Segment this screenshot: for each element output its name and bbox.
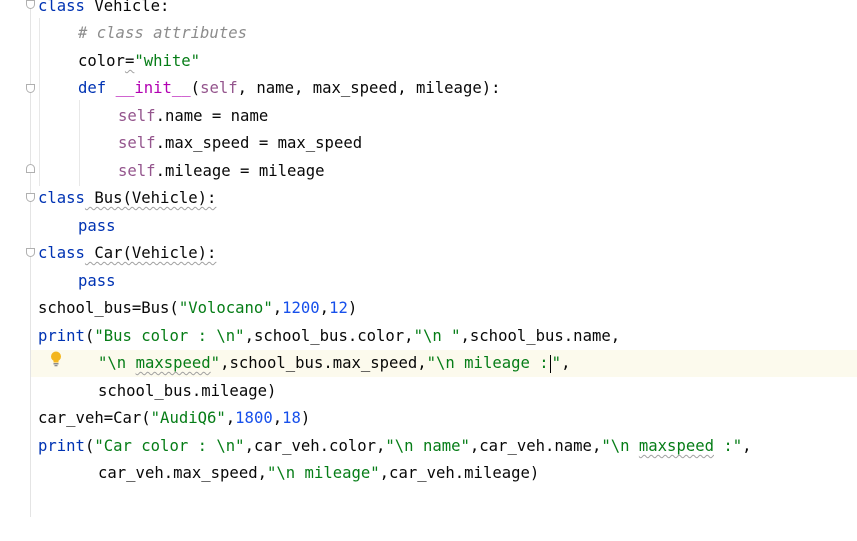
code-line-14[interactable]: "\n maxspeed",school_bus.max_speed,"\n m…	[31, 350, 857, 377]
lightbulb-icon[interactable]	[50, 351, 62, 367]
identifier: color	[78, 52, 125, 70]
string-literal: "\n name"	[385, 437, 470, 455]
string-literal: "\n	[601, 437, 639, 455]
code-line-16[interactable]: car_veh=Car("AudiQ6",1800,18)	[31, 405, 857, 432]
code-editor[interactable]: class Vehicle: # class attributes color=…	[31, 0, 857, 517]
keyword: class	[38, 0, 85, 15]
code-line-10[interactable]: class Car(Vehicle):	[31, 240, 857, 267]
code-line-11[interactable]: pass	[31, 268, 857, 295]
keyword: pass	[78, 217, 116, 235]
code-line-5[interactable]: self.name = name	[31, 103, 857, 130]
builtin-print: print	[38, 327, 85, 345]
paren: )	[347, 299, 358, 317]
class-name: Car(Vehicle):	[84, 244, 217, 262]
params: , name, max_speed, mileage	[237, 79, 482, 97]
string-literal: "\n "	[413, 327, 461, 345]
editor-gutter	[0, 0, 30, 517]
code-line-18[interactable]: car_veh.max_speed,"\n mileage",car_veh.m…	[31, 460, 857, 487]
string-literal: "	[551, 354, 562, 372]
comma: ,	[742, 437, 752, 455]
string-literal: "\n	[98, 354, 136, 372]
paren: (	[84, 327, 95, 345]
string-literal: "\n mileage"	[267, 464, 380, 482]
paren: (	[190, 79, 201, 97]
class-name: Vehicle:	[84, 0, 170, 15]
comma: ,	[561, 354, 571, 372]
number-literal: 1800	[235, 409, 273, 427]
assignment: .mileage = mileage	[155, 162, 325, 180]
string-literal: "	[210, 354, 221, 372]
comma: ,	[319, 299, 330, 317]
args: ,school_bus.max_speed,	[220, 354, 427, 372]
self-keyword: self	[118, 107, 156, 125]
class-name: Bus(Vehicle):	[84, 189, 217, 207]
code-line-3[interactable]: color="white"	[31, 48, 857, 75]
string-literal: :"	[714, 437, 743, 455]
code-line-4[interactable]: def __init__(self, name, max_speed, mile…	[31, 75, 857, 102]
code-line-7[interactable]: self.mileage = mileage	[31, 158, 857, 185]
paren: ):	[481, 79, 501, 97]
comma: ,	[272, 299, 283, 317]
args: ,car_veh.name,	[469, 437, 602, 455]
self-keyword: self	[118, 134, 156, 152]
code-line-12[interactable]: school_bus=Bus("Volocano",1200,12)	[31, 295, 857, 322]
code-line-8[interactable]: class Bus(Vehicle):	[31, 185, 857, 212]
args: school_bus.mileage)	[98, 382, 277, 400]
self-keyword: self	[118, 162, 156, 180]
string-literal: "Bus color : \n"	[94, 327, 245, 345]
comma: ,	[225, 409, 236, 427]
builtin-print: print	[38, 437, 85, 455]
string-literal: "Car color : \n"	[94, 437, 245, 455]
keyword: class	[38, 189, 85, 207]
comment: # class attributes	[78, 24, 247, 42]
args: ,school_bus.color,	[244, 327, 414, 345]
assignment: .name = name	[155, 107, 269, 125]
args: ,car_veh.mileage)	[379, 464, 540, 482]
keyword: def	[78, 79, 107, 97]
number-literal: 12	[329, 299, 348, 317]
number-literal: 1200	[282, 299, 320, 317]
code-line-15[interactable]: school_bus.mileage)	[31, 378, 857, 405]
paren: (	[84, 437, 95, 455]
string-literal: maxspeed	[135, 354, 211, 372]
function-name: __init__	[115, 79, 191, 97]
identifier: school_bus=Bus(	[38, 299, 179, 317]
code-line-13[interactable]: print("Bus color : \n",school_bus.color,…	[31, 323, 857, 350]
assignment: .max_speed = max_speed	[155, 134, 363, 152]
args: ,car_veh.color,	[244, 437, 386, 455]
text-caret	[549, 354, 551, 373]
string-literal: "white"	[134, 52, 201, 70]
code-line-6[interactable]: self.max_speed = max_speed	[31, 130, 857, 157]
self-param: self	[200, 79, 238, 97]
comma: ,	[272, 409, 283, 427]
args: ,school_bus.name,	[460, 327, 621, 345]
keyword: class	[38, 244, 85, 262]
paren: )	[300, 409, 311, 427]
string-literal: "AudiQ6"	[150, 409, 226, 427]
code-line-17[interactable]: print("Car color : \n",car_veh.color,"\n…	[31, 433, 857, 460]
code-line-2[interactable]: # class attributes	[31, 20, 857, 47]
keyword: pass	[78, 272, 116, 290]
string-literal: maxspeed	[638, 437, 714, 455]
identifier: car_veh=Car(	[38, 409, 151, 427]
code-line-9[interactable]: pass	[31, 213, 857, 240]
code-line-1[interactable]: class Vehicle:	[31, 0, 857, 20]
string-literal: "Volocano"	[178, 299, 273, 317]
string-literal: "\n mileage :	[426, 354, 549, 372]
args: car_veh.max_speed,	[98, 464, 267, 482]
number-literal: 18	[282, 409, 301, 427]
operator: =	[124, 52, 135, 70]
